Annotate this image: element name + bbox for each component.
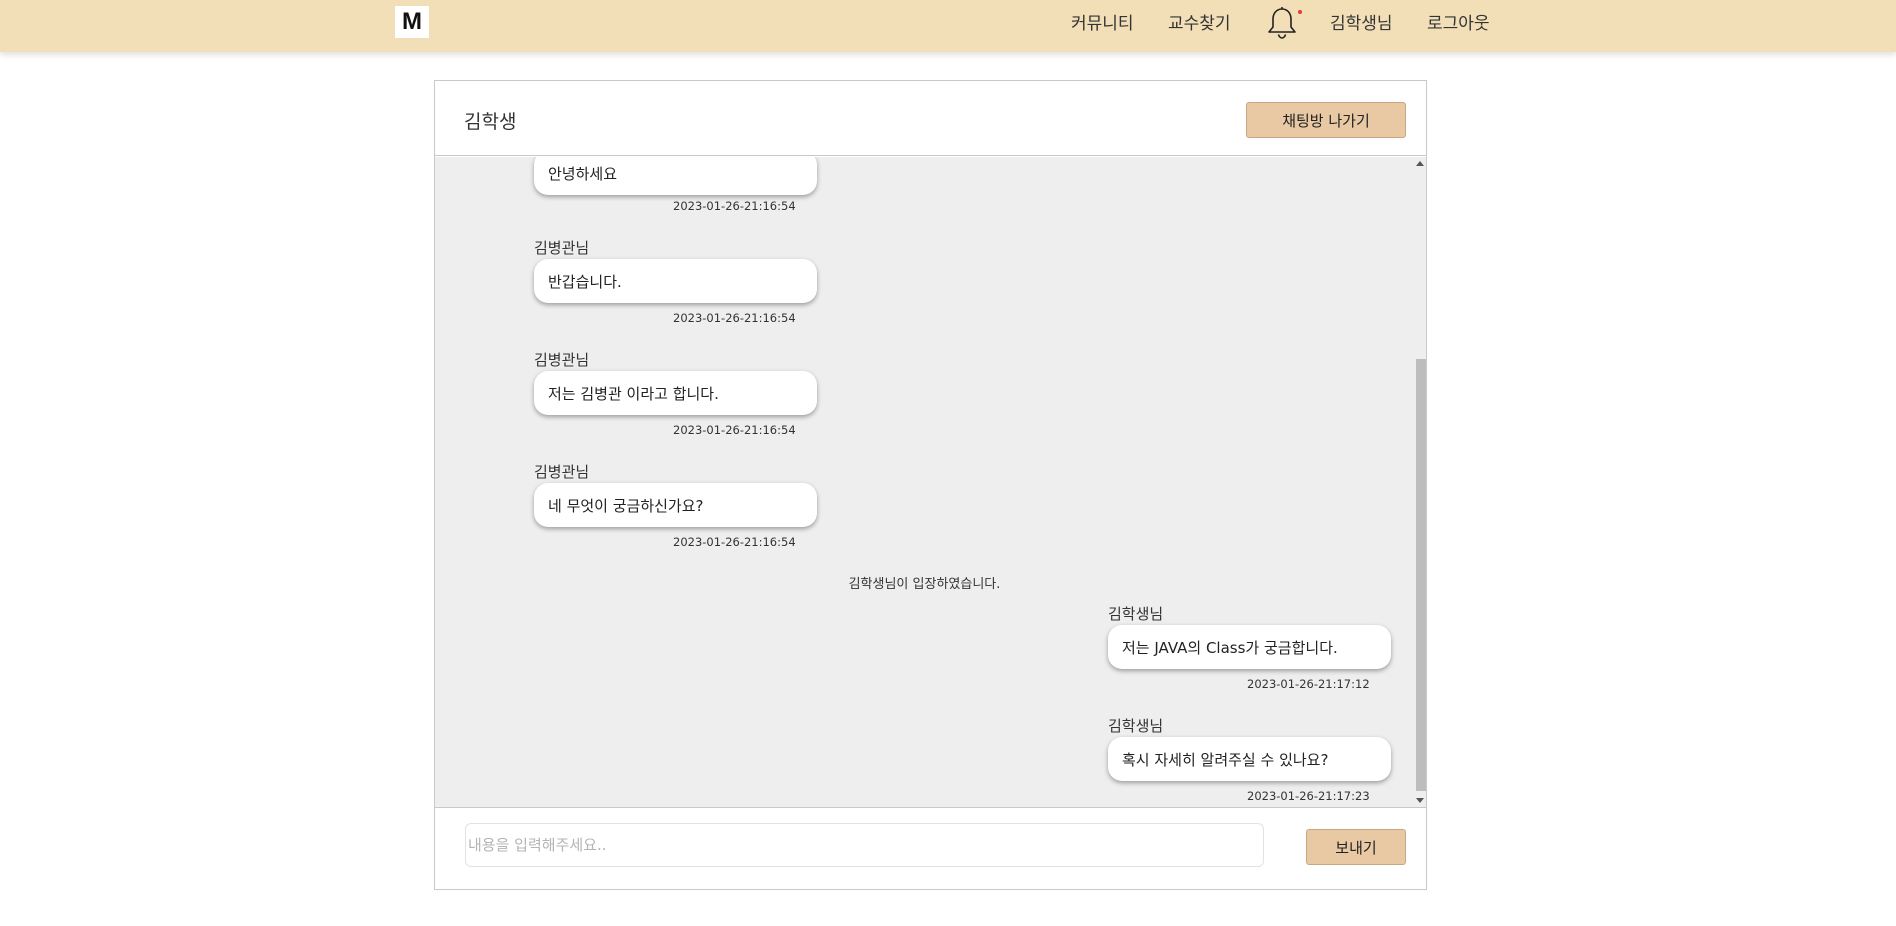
message-bubble: 저는 JAVA의 Class가 궁금합니다.: [1108, 625, 1391, 669]
nav-user-name[interactable]: 김학생님: [1330, 9, 1393, 34]
message-time: 2023-01-26-21:17:12: [1247, 677, 1370, 691]
message-sender: 김병관님: [534, 239, 590, 257]
message-bubble: 반갑습니다.: [534, 259, 817, 303]
logo[interactable]: M: [395, 6, 429, 38]
scrollbar[interactable]: [1414, 157, 1426, 807]
notification-dot: [1298, 10, 1302, 14]
nav-find-professor[interactable]: 교수찾기: [1168, 9, 1231, 34]
bell-icon[interactable]: [1266, 6, 1298, 40]
message-time: 2023-01-26-21:16:54: [673, 535, 796, 549]
message-time: 2023-01-26-21:16:54: [673, 311, 796, 325]
send-button[interactable]: 보내기: [1306, 829, 1406, 865]
chat-panel: 김학생 채팅방 나가기 안녕하세요 2023-01-26-21:16:54 김병…: [434, 80, 1427, 890]
message-bubble: 혹시 자세히 알려주실 수 있나요?: [1108, 737, 1391, 781]
scroll-down-arrow-icon[interactable]: [1416, 798, 1424, 803]
message-time: 2023-01-26-21:16:54: [673, 423, 796, 437]
message-sender: 김학생님: [1108, 605, 1164, 623]
scroll-up-arrow-icon[interactable]: [1416, 161, 1424, 166]
message-time: 2023-01-26-21:16:54: [673, 199, 796, 213]
message-composer: 보내기: [435, 807, 1426, 889]
nav-logout[interactable]: 로그아웃: [1427, 9, 1490, 34]
message-time: 2023-01-26-21:17:23: [1247, 789, 1370, 803]
message-sender: 김학생님: [1108, 717, 1164, 735]
message-sender: 김병관님: [534, 463, 590, 481]
message-bubble: 저는 김병관 이라고 합니다.: [534, 371, 817, 415]
message-sender: 김병관님: [534, 351, 590, 369]
scrollbar-thumb[interactable]: [1416, 359, 1426, 791]
nav-community[interactable]: 커뮤니티: [1071, 9, 1134, 34]
message-list[interactable]: 안녕하세요 2023-01-26-21:16:54 김병관님 반갑습니다. 20…: [435, 157, 1426, 807]
system-message: 김학생님이 입장하였습니다.: [848, 577, 1001, 592]
message-bubble: 네 무엇이 궁금하신가요?: [534, 483, 817, 527]
leave-chat-button[interactable]: 채팅방 나가기: [1246, 102, 1406, 138]
top-navigation: M 커뮤니티 교수찾기 김학생님 로그아웃: [0, 0, 1896, 52]
chat-room-title: 김학생: [464, 111, 517, 133]
chat-header: 김학생 채팅방 나가기: [435, 81, 1426, 156]
message-bubble: 안녕하세요: [534, 157, 817, 195]
message-input[interactable]: [465, 823, 1264, 867]
